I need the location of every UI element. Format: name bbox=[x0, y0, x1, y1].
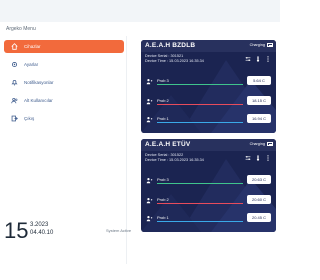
charging-label: Charging bbox=[249, 142, 265, 146]
sidebar-item-label: Cihazlar bbox=[24, 44, 41, 49]
card-tools bbox=[245, 155, 271, 161]
probe-icon bbox=[146, 116, 153, 123]
probe-icon bbox=[146, 197, 153, 204]
sidebar-item-logout[interactable]: Çıkış bbox=[4, 112, 124, 125]
logout-icon bbox=[11, 115, 18, 122]
probe-value: 20.45 C bbox=[247, 213, 271, 222]
sidebar-item-label: Notifikasyonlar bbox=[24, 80, 54, 85]
probe-row: Prob 2 18.15 C bbox=[141, 94, 276, 112]
sidebar-item-label: Ayarlar bbox=[24, 62, 39, 67]
card-tools bbox=[245, 56, 271, 62]
probe-label: Prob 1 bbox=[157, 116, 169, 121]
probe-line bbox=[157, 84, 243, 85]
more-icon[interactable] bbox=[265, 56, 271, 62]
probe-label: Prob 1 bbox=[157, 215, 169, 220]
charging-status: Charging bbox=[250, 142, 273, 146]
probe-label: Prob 2 bbox=[157, 197, 169, 202]
probe-row: Prob 2 20.60 C bbox=[141, 193, 276, 211]
charging-label: Charging bbox=[249, 43, 265, 47]
sidebar-item-notifications[interactable]: Notifikasyonlar bbox=[4, 76, 124, 89]
probe-value: 20.60 C bbox=[247, 195, 271, 204]
probe-row: Prob 1 16.94 C bbox=[141, 112, 276, 130]
probe-icon bbox=[146, 98, 153, 105]
device-name: A.E.A.H BZDLB bbox=[145, 42, 196, 49]
footer-status: System Active bbox=[106, 228, 132, 233]
device-time: Device Time : 15.03.2023 16.35.34 bbox=[145, 157, 204, 162]
sidebar-item-subusers[interactable]: Alt Kullanıcılar bbox=[4, 94, 124, 107]
probe-value: 5.64 C bbox=[247, 76, 271, 85]
probe-icon bbox=[146, 215, 153, 222]
device-card[interactable]: A.E.A.H BZDLB Charging Device Serial : 3… bbox=[141, 40, 276, 133]
probe-line bbox=[157, 104, 243, 105]
probe-label: Prob 2 bbox=[157, 98, 169, 103]
app-window: Argeko Menu Cihazlar Ayarlar Notifikasyo… bbox=[0, 0, 280, 280]
probe-row: Prob 3 5.64 C bbox=[141, 74, 276, 92]
sidebar-item-settings[interactable]: Ayarlar bbox=[4, 58, 124, 71]
gear-icon bbox=[11, 61, 18, 68]
device-name: A.E.A.H ETÜV bbox=[145, 141, 191, 148]
probe-icon bbox=[146, 177, 153, 184]
battery-icon bbox=[267, 43, 273, 47]
home-icon bbox=[11, 43, 18, 50]
device-card[interactable]: A.E.A.H ETÜV Charging Device Serial : 30… bbox=[141, 139, 276, 232]
probe-line bbox=[157, 221, 243, 222]
sliders-icon[interactable] bbox=[245, 56, 251, 62]
top-bar bbox=[0, 0, 280, 22]
probe-line bbox=[157, 183, 243, 184]
probe-value: 16.94 C bbox=[247, 114, 271, 123]
probe-line bbox=[157, 122, 243, 123]
probe-label: Prob 3 bbox=[157, 78, 169, 83]
sidebar-item-devices[interactable]: Cihazlar bbox=[4, 40, 124, 53]
probe-icon bbox=[146, 78, 153, 85]
sliders-icon[interactable] bbox=[245, 155, 251, 161]
thermometer-icon[interactable] bbox=[255, 155, 261, 161]
users-icon bbox=[11, 97, 18, 104]
device-info: Device Serial : 301522 Device Time : 15.… bbox=[145, 153, 204, 163]
sidebar-item-label: Çıkış bbox=[24, 116, 35, 121]
date-month-year: 3.2023 bbox=[30, 222, 49, 228]
device-info: Device Serial : 301521 Device Time : 15.… bbox=[145, 54, 204, 64]
battery-icon bbox=[267, 142, 273, 146]
sidebar-item-label: Alt Kullanıcılar bbox=[24, 98, 53, 103]
probe-row: Prob 3 20.63 C bbox=[141, 173, 276, 191]
date-time: 04.40.10 bbox=[30, 229, 54, 236]
bell-icon bbox=[11, 80, 18, 86]
probe-value: 20.63 C bbox=[247, 175, 271, 184]
date-day: 15 bbox=[4, 218, 29, 243]
thermometer-icon[interactable] bbox=[255, 56, 261, 62]
date-details: 3.2023 04.40.10 bbox=[30, 222, 53, 237]
probe-row: Prob 1 20.45 C bbox=[141, 211, 276, 229]
charging-status: Charging bbox=[250, 43, 273, 47]
probe-label: Prob 3 bbox=[157, 177, 169, 182]
probe-value: 18.15 C bbox=[247, 96, 271, 105]
sidebar-title: Argeko Menu bbox=[6, 26, 36, 32]
device-time: Device Time : 15.03.2023 16.35.34 bbox=[145, 58, 204, 63]
more-icon[interactable] bbox=[265, 155, 271, 161]
probe-line bbox=[157, 203, 243, 204]
